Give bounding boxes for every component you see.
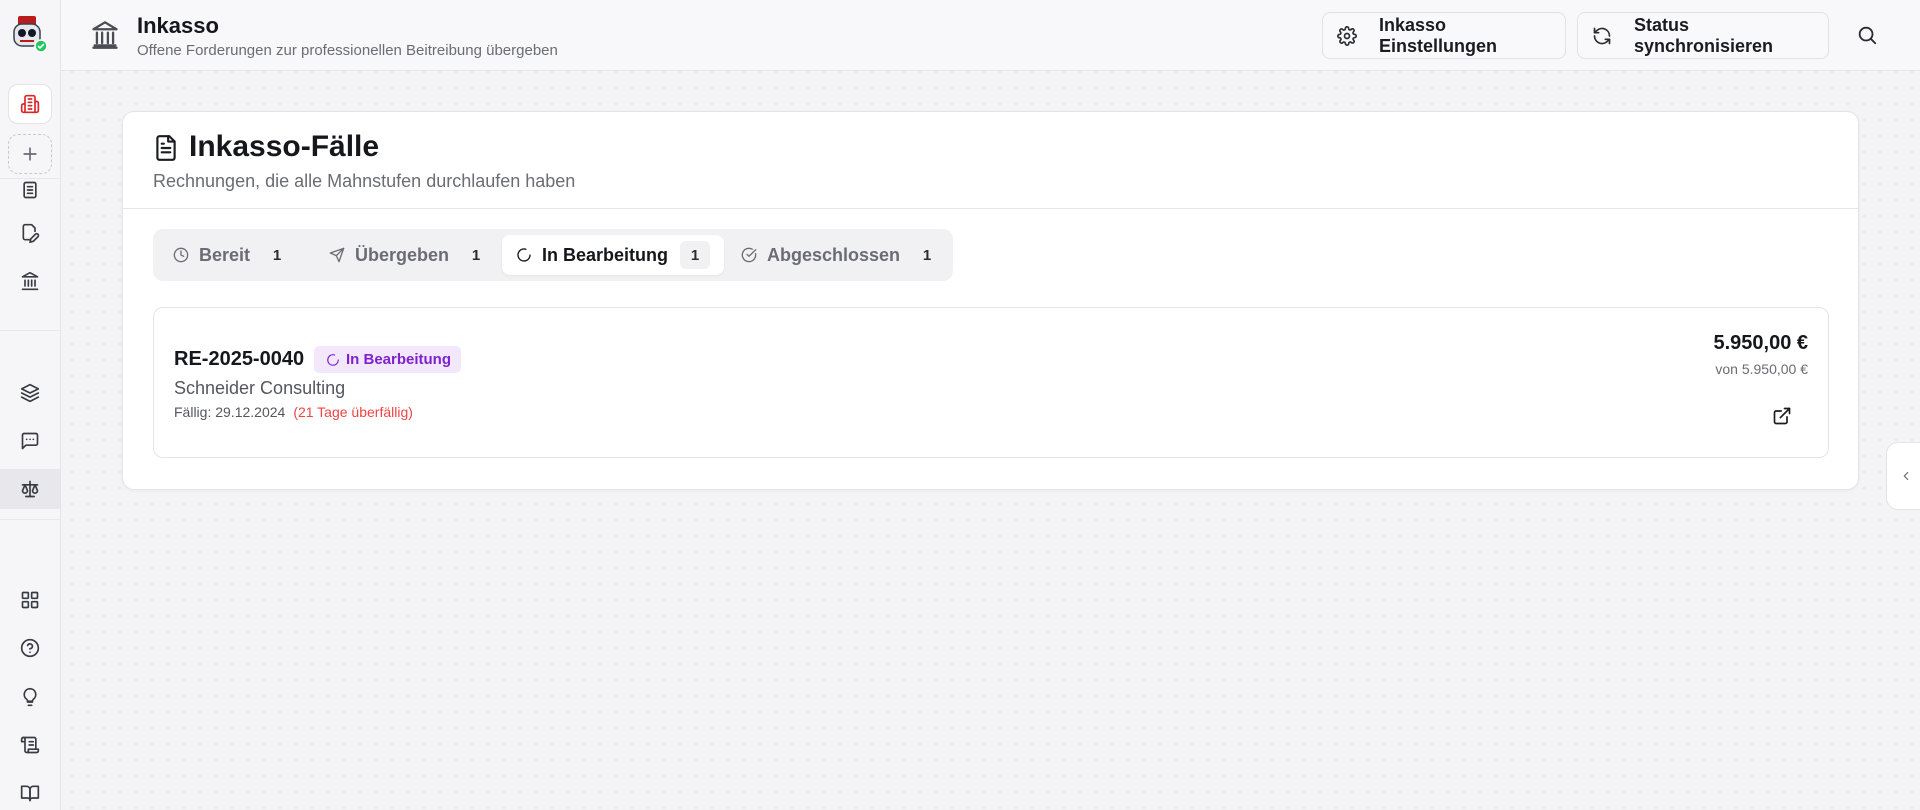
sidebar-item-messages[interactable]	[8, 421, 52, 461]
page-subtitle: Offene Forderungen zur professionellen B…	[137, 42, 558, 59]
lightbulb-icon	[20, 687, 40, 707]
sidebar	[0, 0, 61, 810]
side-panel-toggle[interactable]	[1886, 442, 1920, 510]
tab-uebergeben[interactable]: Übergeben 1	[315, 235, 501, 275]
sidebar-divider	[0, 330, 60, 331]
layers-icon	[20, 383, 40, 403]
sidebar-item-layers[interactable]	[8, 373, 52, 413]
tab-label: Abgeschlossen	[767, 244, 901, 265]
tab-count: 1	[272, 246, 282, 264]
sidebar-item-docs[interactable]	[8, 773, 52, 810]
sidebar-item-help[interactable]	[8, 628, 52, 668]
scale-icon	[20, 479, 40, 499]
tab-label: Bereit	[199, 244, 251, 265]
overdue-text: (21 Tage überfällig)	[293, 404, 413, 420]
invoice-id: RE-2025-0040	[174, 348, 305, 370]
help-icon	[20, 638, 40, 658]
sync-status-button[interactable]: Status synchronisieren	[1577, 12, 1829, 59]
status-tabs: Bereit 1 Übergeben 1 In Bearbeitung 1 Ab…	[153, 229, 953, 281]
page-title: Inkasso	[137, 13, 219, 38]
app-logo[interactable]	[8, 12, 52, 56]
document-icon	[20, 180, 40, 200]
external-link-icon[interactable]	[1772, 406, 1792, 426]
clock-icon	[173, 247, 199, 263]
loader-icon	[516, 247, 542, 263]
sidebar-item-organization[interactable]	[8, 84, 52, 124]
sidebar-item-documents[interactable]	[8, 176, 52, 200]
card-header: Inkasso-Fälle Rechnungen, die alle Mahns…	[123, 112, 1858, 209]
grid-icon	[20, 590, 40, 610]
plus-icon	[20, 144, 40, 164]
card-title: Inkasso-Fälle	[189, 130, 380, 163]
gear-icon	[1337, 25, 1379, 46]
sync-button-label: Status synchronisieren	[1634, 14, 1774, 56]
search-icon[interactable]	[1856, 24, 1878, 46]
inkasso-settings-button[interactable]: Inkasso Einstellungen	[1322, 12, 1566, 59]
tab-count: 1	[922, 246, 932, 264]
due-date-text: Fällig: 29.12.2024	[174, 404, 286, 420]
case-amount-total: von 5.950,00 €	[1715, 361, 1808, 377]
sidebar-item-ideas[interactable]	[8, 677, 52, 717]
tab-in-bearbeitung[interactable]: In Bearbeitung 1	[502, 235, 724, 275]
sidebar-item-legal[interactable]	[0, 469, 60, 509]
tab-count: 1	[471, 246, 481, 264]
bank-icon	[20, 271, 40, 291]
sidebar-divider	[0, 519, 60, 520]
tab-bereit[interactable]: Bereit 1	[159, 235, 309, 275]
due-date: Fällig: 29.12.2024 (21 Tage überfällig)	[174, 404, 413, 420]
sidebar-item-add[interactable]	[8, 134, 52, 174]
tab-label: In Bearbeitung	[542, 244, 669, 265]
refresh-icon	[1592, 26, 1634, 46]
tab-count: 1	[680, 241, 711, 269]
bank-icon	[91, 20, 119, 50]
case-amount: 5.950,00 €	[1713, 332, 1808, 354]
chevron-left-icon	[1899, 469, 1913, 483]
settings-button-label: Inkasso Einstellungen	[1379, 14, 1498, 56]
file-text-icon	[153, 134, 179, 162]
check-circle-icon	[741, 247, 767, 263]
status-badge: In Bearbeitung	[314, 346, 462, 373]
scroll-icon	[20, 735, 40, 755]
sidebar-item-apps[interactable]	[8, 580, 52, 620]
tab-abgeschlossen[interactable]: Abgeschlossen 1	[727, 235, 937, 275]
page-header: Inkasso Offene Forderungen zur professio…	[61, 0, 1920, 71]
customer-name: Schneider Consulting	[174, 378, 346, 398]
case-item[interactable]: RE-2025-0040 In Bearbeitung Schneider Co…	[153, 307, 1829, 458]
collection-cases-card: Inkasso-Fälle Rechnungen, die alle Mahns…	[122, 111, 1859, 490]
tab-label: Übergeben	[355, 244, 450, 265]
book-icon	[20, 783, 40, 803]
building-icon	[20, 94, 40, 114]
sidebar-item-inkasso[interactable]	[8, 261, 52, 301]
status-badge-label: In Bearbeitung	[346, 351, 452, 368]
send-icon	[329, 247, 355, 263]
card-subtitle: Rechnungen, die alle Mahnstufen durchlau…	[153, 171, 576, 191]
edit-icon	[20, 223, 40, 243]
message-icon	[20, 431, 40, 451]
sidebar-item-edit[interactable]	[8, 213, 52, 253]
sidebar-item-logs[interactable]	[8, 725, 52, 765]
loader-icon	[326, 353, 346, 367]
